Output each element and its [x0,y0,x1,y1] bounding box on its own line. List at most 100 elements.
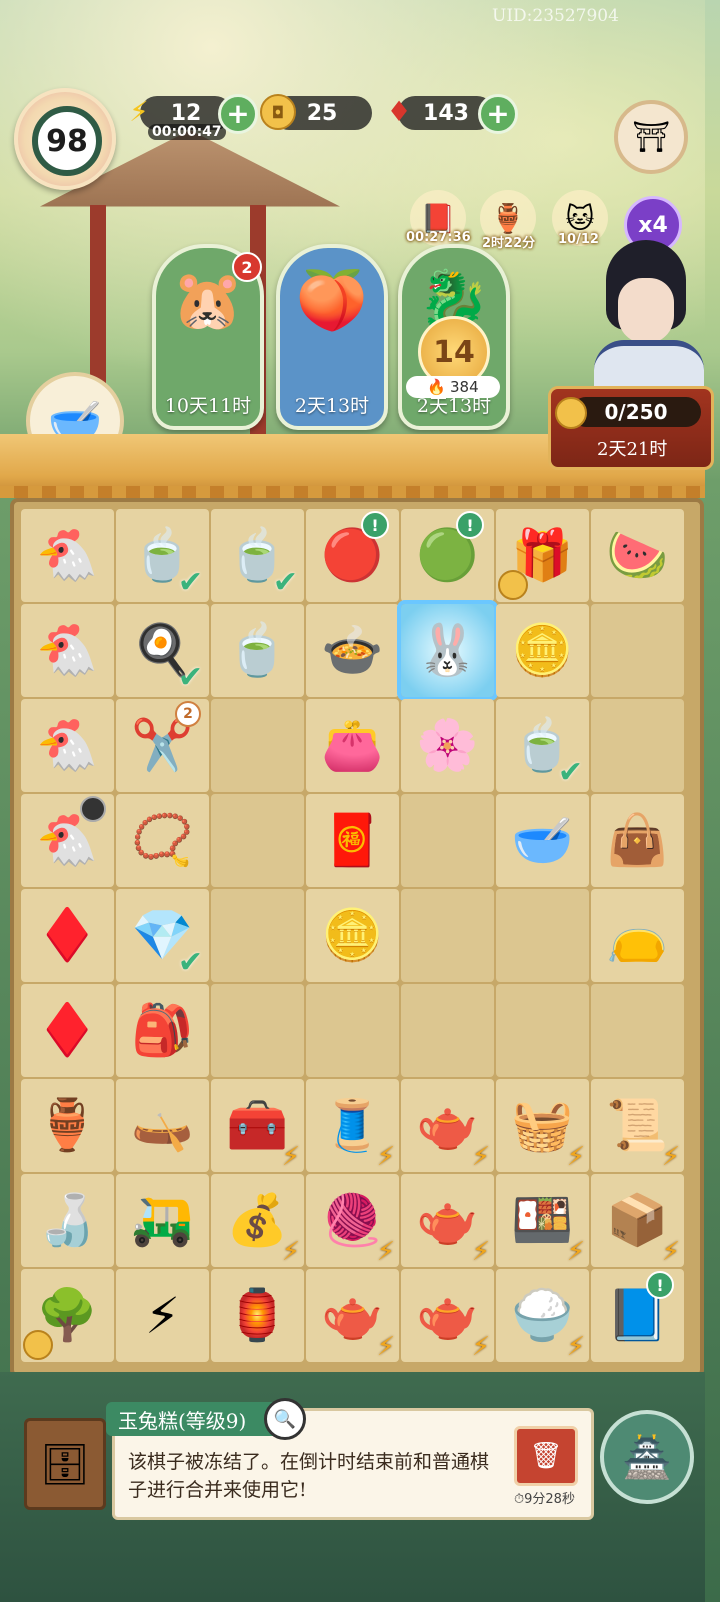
board-cell-boat[interactable]: 🛶 [116,1079,209,1172]
task-card[interactable]: 🍑 2天13时 [276,244,388,430]
board-cell-empty[interactable] [401,889,494,982]
board-cell-jewel-chest[interactable]: 💰 ⚡ [211,1174,304,1267]
board-cell-flower-soup[interactable]: 🍲 [306,604,399,697]
board-cell-incense-burner[interactable]: 🏮 [211,1269,304,1362]
board-cell-tea-bowl-2[interactable]: 🍵 ✔ [496,699,589,792]
bolt-icon: ⚡ [376,1332,395,1362]
board-cell-hen-nest[interactable]: 🐔 [21,509,114,602]
board-cell-wine-jar[interactable]: 🏺 [21,1079,114,1172]
board-cell-food-basket[interactable]: 🧺 ⚡ [496,1079,589,1172]
bolt-icon: ⚡ [376,1142,395,1172]
storage-cabinet-button[interactable]: 🗄 [24,1418,106,1510]
alert-icon: ! [456,511,484,539]
board-cell-purple-purse[interactable]: 👛 [306,699,399,792]
check-icon: ✔ [557,755,583,790]
board-cell-drawstring-pouch[interactable]: 🎒 [116,984,209,1077]
golden-pot-icon: 🏺 [490,201,526,235]
board-cell-loom[interactable]: 🧵 ⚡ [306,1079,399,1172]
board-cell-food-box[interactable]: 🍱 ⚡ [496,1174,589,1267]
board-cell-purple-pouch[interactable]: 👝 [591,889,684,982]
trash-button[interactable]: 🗑 [514,1426,578,1486]
board-cell-blue-book[interactable]: 📘! [591,1269,684,1362]
ruby-icon: ♦ [386,94,412,128]
shop-button[interactable]: ⛩ [614,100,688,174]
board-cell-red-tin[interactable]: 🔴! [306,509,399,602]
board-cell-red-scrolls[interactable]: 🧧 [306,794,399,887]
board-cell-teapot-set[interactable]: 🫖 ⚡ [401,1079,494,1172]
board-cell-green-tin[interactable]: 🟢! [401,509,494,602]
board-cell-empty[interactable] [401,984,494,1077]
coin-tag-icon [23,1330,53,1360]
check-icon: ✔ [177,660,203,695]
board-cell-fried-egg[interactable]: 🍳 ✔ [116,604,209,697]
board-cell-ruby[interactable]: ♦️ [21,984,114,1077]
flower-soup-icon: 🍲 [321,621,384,679]
board-cell-teapot-fruit[interactable]: 🫖 ⚡ [401,1174,494,1267]
add-energy-button[interactable]: + [218,94,258,134]
board-cell-rubies[interactable]: ♦️ [21,889,114,982]
npc-progress: 0/250 [571,397,701,427]
add-gems-button[interactable]: + [478,94,518,134]
board-cell-earrings[interactable]: 💎 ✔ [116,889,209,982]
board-cell-empty[interactable] [401,794,494,887]
board-cell-empty[interactable] [591,699,684,792]
board-cell-scroll-crate[interactable]: 📦 ⚡ [591,1174,684,1267]
bolt-icon: ⚡ [661,1237,680,1267]
board-cell-jade-rabbit-cake[interactable]: 🐰 [397,600,498,701]
board-cell-empty[interactable] [591,604,684,697]
board-cell-tea-bowl[interactable]: 🍵 ✔ [211,509,304,602]
scroll-box-icon: 📜 [606,1096,669,1154]
bolt-icon: ⚡ [661,1142,680,1172]
alert-icon: ! [646,1271,674,1299]
incense-burner-icon: 🏮 [226,1286,289,1344]
board-grid: 🐔 🍵 ✔ 🍵 ✔ 🔴! 🟢! 🎁 🍉 🐔 🍳 ✔ 🍵 🍲 🐰 🪙 🐔 ✂️ 2 👛 🌸 🍵 ✔ 🐔 📿 🧧 🥣 👜 ♦️ 💎 ✔ 🪙 👝 ♦️ 🎒… [20,508,685,1363]
board-cell-teapot-cups[interactable]: 🫖 ⚡ [401,1269,494,1362]
spinning-loom-icon: 🧶 [321,1191,384,1249]
board-cell-gourd-bottle[interactable]: 🍶 [21,1174,114,1267]
board-cell-coins-pile[interactable]: 🪙 [496,604,589,697]
board-cell-bead-bracelet[interactable]: 📿 [116,794,209,887]
board-cell-teapot[interactable]: 🫖 ⚡ [306,1269,399,1362]
loom-icon: 🧵 [321,1096,384,1154]
board-cell-empty[interactable] [496,984,589,1077]
board-cell-purple-bag[interactable]: 👜 [591,794,684,887]
magnifier-icon[interactable]: 🔍 [264,1398,306,1440]
teapot-cups-icon: 🫖 [416,1286,479,1344]
board-cell-tea-cup[interactable]: 🍵 ✔ [116,509,209,602]
board-cell-empty[interactable] [211,984,304,1077]
player-level-badge[interactable]: 98 [14,88,116,190]
board-cell-hen[interactable]: 🐔 [21,699,114,792]
board-cell-empty[interactable] [211,794,304,887]
board-cell-hen-well[interactable]: 🐔 [21,604,114,697]
board-cell-empty[interactable] [591,984,684,1077]
alert-icon: ! [361,511,389,539]
board-cell-coin[interactable]: 🪙 [306,889,399,982]
event-timer: 2时22分 [482,236,536,251]
board-cell-empty[interactable] [306,984,399,1077]
board-cell-rice-basket[interactable]: 🍚 ⚡ [496,1269,589,1362]
board-cell-empty[interactable] [211,889,304,982]
board-cell-treasure-chest[interactable]: 🧰 ⚡ [211,1079,304,1172]
home-pavilion-button[interactable]: 🏯 [600,1410,694,1504]
task-timer: 2天13时 [294,395,370,417]
board-cell-scissors[interactable]: ✂️ 2 [116,699,209,792]
board-cell-hen-timer[interactable]: 🐔 [21,794,114,887]
board-cell-fruit-tray[interactable]: 🍉 [591,509,684,602]
board-cell-flower-cake[interactable]: 🌸 [401,699,494,792]
board-cell-empty[interactable] [496,889,589,982]
npc-character[interactable] [586,230,705,416]
board-cell-money-tree[interactable]: 🌳 [21,1269,114,1362]
board-cell-energy-vase[interactable]: ⚡ [116,1269,209,1362]
item-timer-value: 9分28秒 [524,1492,575,1507]
board-cell-cart[interactable]: 🛺 [116,1174,209,1267]
board-cell-spinning-loom[interactable]: 🧶 ⚡ [306,1174,399,1267]
board-cell-scroll-box[interactable]: 📜 ⚡ [591,1079,684,1172]
board-cell-empty[interactable] [211,699,304,792]
fire-counter: 🔥 384 [406,376,500,398]
shrine-icon: ⛩ [631,119,671,155]
npc-order-scroll[interactable]: 0/250 2天21时 [548,386,714,470]
board-cell-porridge-bowl[interactable]: 🥣 [496,794,589,887]
board-cell-gift-bundle[interactable]: 🎁 [496,509,589,602]
board-cell-tea-saucer[interactable]: 🍵 [211,604,304,697]
item-description: 该棋子被冻结了。在倒计时结束前和普通棋子进行合并来使用它! [128,1451,490,1501]
